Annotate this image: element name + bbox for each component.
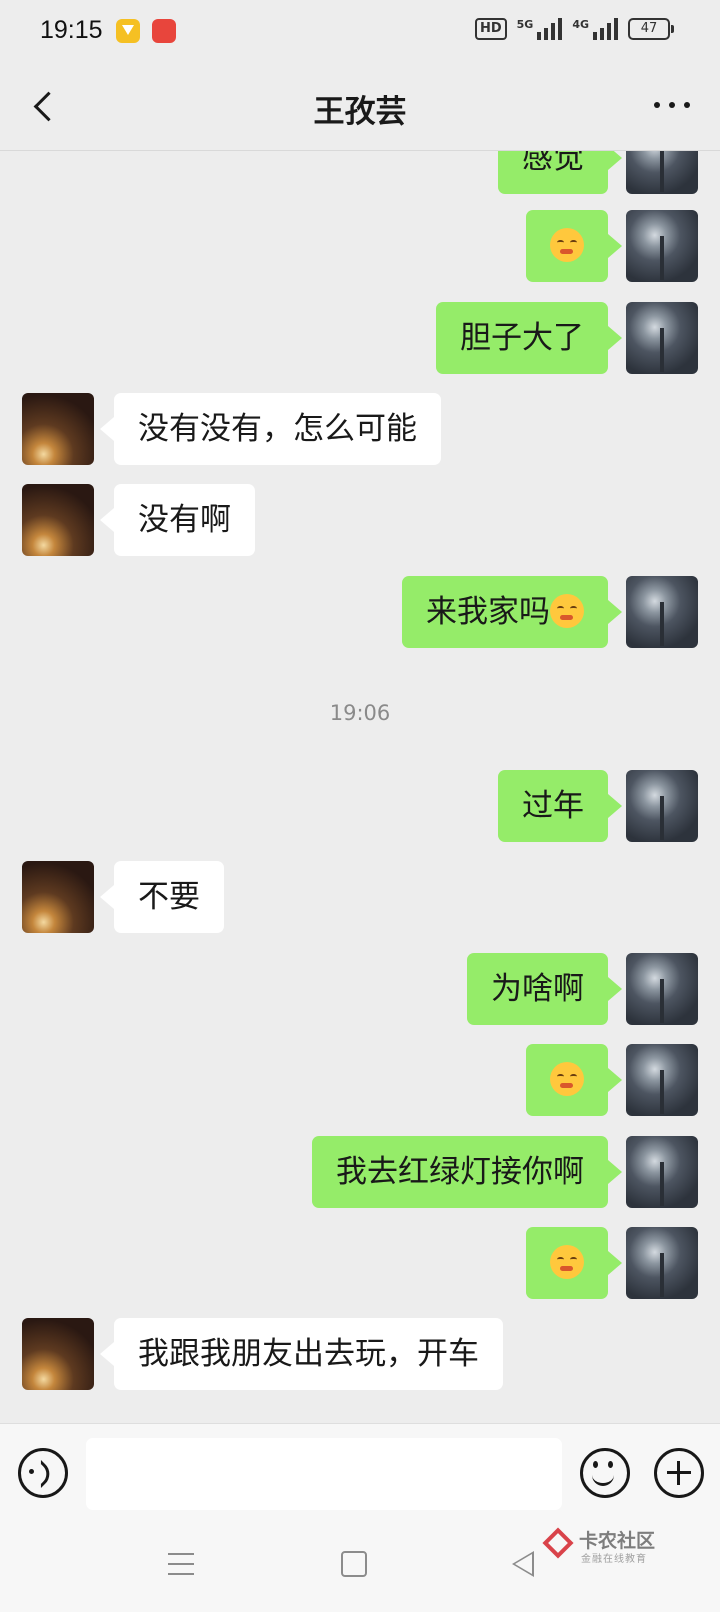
- message-row: 没有没有，怎么可能: [0, 393, 720, 465]
- message-row: 胆子大了: [0, 302, 720, 374]
- home-icon[interactable]: [341, 1551, 367, 1577]
- message-row: 过年: [0, 770, 720, 842]
- my-avatar[interactable]: [626, 576, 698, 648]
- watermark: 卡农社区 金融在线教育: [543, 1526, 693, 1566]
- my-avatar[interactable]: [626, 953, 698, 1025]
- message-row: [0, 210, 720, 282]
- message-bubble[interactable]: 来我家吗: [402, 576, 622, 648]
- message-text: 没有没有，怎么可能: [138, 411, 417, 447]
- message-row: 不要: [0, 861, 720, 933]
- my-avatar[interactable]: [626, 150, 698, 194]
- shush-emoji-icon: [550, 593, 584, 628]
- status-indicators: HD 5G 4G 47: [474, 18, 674, 40]
- watermark-title: 卡农社区: [579, 1530, 656, 1552]
- message-row: 为啥啊: [0, 953, 720, 1025]
- hd-voice-icon: HD: [474, 18, 507, 40]
- shush-emoji-icon: [550, 1244, 584, 1279]
- my-avatar[interactable]: [626, 1136, 698, 1208]
- voice-input-icon[interactable]: [18, 1448, 68, 1498]
- signal-5g-icon: [537, 18, 563, 40]
- status-bar: 19:15 HD 5G 4G 47: [0, 0, 720, 64]
- shush-emoji-icon: [550, 1061, 584, 1096]
- message-row: 没有啊: [0, 484, 720, 556]
- message-row: [0, 1044, 720, 1116]
- recent-apps-icon[interactable]: [168, 1553, 194, 1575]
- message-timestamp: 19:06: [329, 701, 391, 725]
- message-text: 为啥啊: [491, 971, 584, 1007]
- emoji-picker-icon[interactable]: [580, 1448, 630, 1498]
- contact-avatar[interactable]: [22, 1318, 94, 1390]
- my-avatar[interactable]: [626, 210, 698, 282]
- my-avatar[interactable]: [626, 1227, 698, 1299]
- message-text: 感觉: [522, 150, 584, 176]
- message-text: 我跟我朋友出去玩，开车: [138, 1336, 479, 1372]
- watermark-logo-icon: [543, 1528, 573, 1558]
- message-row: 我跟我朋友出去玩，开车: [0, 1318, 720, 1390]
- message-bubble[interactable]: [526, 1227, 622, 1299]
- message-bubble[interactable]: 不要: [100, 861, 224, 933]
- message-bubble[interactable]: 没有啊: [100, 484, 255, 556]
- my-avatar[interactable]: [626, 770, 698, 842]
- message-row: 感觉: [0, 150, 720, 194]
- more-actions-plus-icon[interactable]: [654, 1448, 704, 1498]
- message-text: 没有啊: [138, 502, 231, 538]
- message-input-bar: [0, 1423, 720, 1516]
- message-bubble[interactable]: [526, 1044, 622, 1116]
- battery-icon: 47: [628, 18, 674, 40]
- message-bubble[interactable]: 胆子大了: [436, 302, 622, 374]
- chat-message-list[interactable]: 感觉 胆子大了 没有没有，怎么可能 没有啊 来我家吗 19:06 过年 不要 为…: [0, 150, 720, 1423]
- message-bubble[interactable]: 我去红绿灯接你啊: [312, 1136, 622, 1208]
- message-bubble[interactable]: 为啥啊: [467, 953, 622, 1025]
- message-text: 过年: [522, 788, 584, 824]
- chat-header: 王孜芸: [0, 64, 720, 151]
- my-avatar[interactable]: [626, 302, 698, 374]
- message-text: 胆子大了: [460, 320, 584, 356]
- contact-avatar[interactable]: [22, 861, 94, 933]
- message-row: 来我家吗: [0, 576, 720, 648]
- network-5g-label: 5G: [516, 18, 534, 31]
- message-input[interactable]: [86, 1438, 562, 1510]
- message-bubble[interactable]: 感觉: [498, 150, 622, 194]
- back-nav-icon[interactable]: [512, 1551, 534, 1577]
- my-avatar[interactable]: [626, 1044, 698, 1116]
- chat-title: 王孜芸: [313, 94, 407, 130]
- message-bubble[interactable]: 没有没有，怎么可能: [100, 393, 441, 465]
- more-options-icon[interactable]: [654, 100, 690, 110]
- message-text: 来我家吗: [426, 594, 550, 630]
- message-bubble[interactable]: [526, 210, 622, 282]
- status-time: 19:15: [40, 16, 103, 44]
- message-bubble[interactable]: 我跟我朋友出去玩，开车: [100, 1318, 503, 1390]
- message-row: [0, 1227, 720, 1299]
- message-text: 不要: [138, 879, 200, 915]
- signal-4g-icon: [593, 18, 618, 40]
- watermark-subtitle: 金融在线教育: [581, 1554, 647, 1565]
- shush-emoji-icon: [550, 227, 584, 262]
- message-row: 我去红绿灯接你啊: [0, 1136, 720, 1208]
- message-text: 我去红绿灯接你啊: [336, 1154, 584, 1190]
- notification-app-icon: [116, 19, 140, 43]
- contact-avatar[interactable]: [22, 484, 94, 556]
- network-4g-label: 4G: [572, 18, 589, 31]
- notification-app-icon-2: [152, 19, 176, 43]
- message-bubble[interactable]: 过年: [498, 770, 622, 842]
- contact-avatar[interactable]: [22, 393, 94, 465]
